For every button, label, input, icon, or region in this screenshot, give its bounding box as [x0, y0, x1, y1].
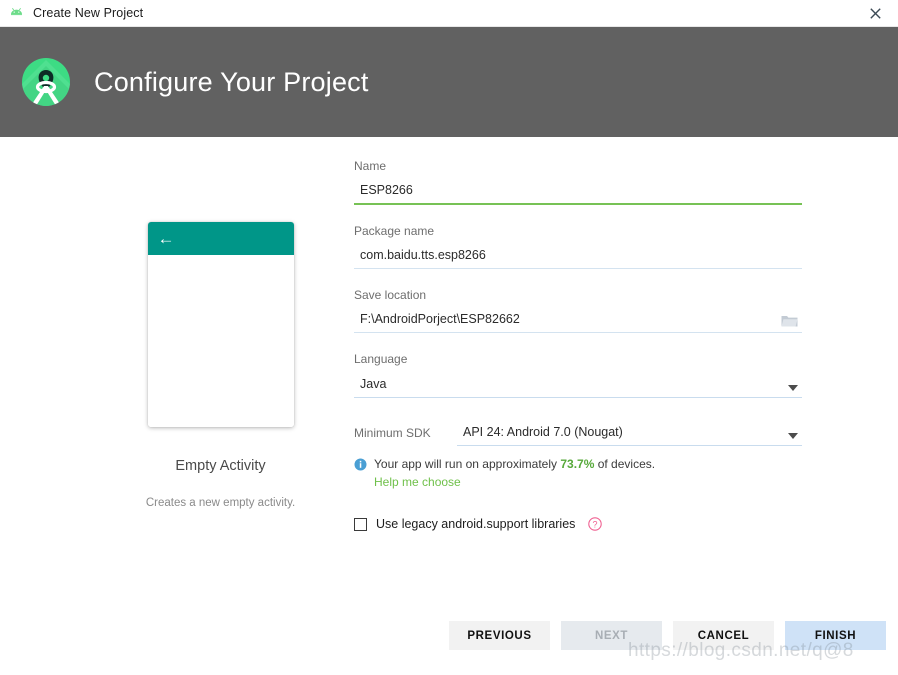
dialog-header: Configure Your Project: [0, 27, 898, 137]
svg-text:?: ?: [593, 519, 598, 529]
field-save-location: Save location: [354, 288, 802, 333]
minimum-sdk-label: Minimum SDK: [354, 426, 431, 440]
sdk-info-text-before: Your app will run on approximately: [374, 457, 557, 471]
field-language: Language Java: [354, 352, 802, 398]
language-select[interactable]: Java: [354, 374, 802, 398]
sdk-coverage-percent: 73.7%: [560, 457, 595, 471]
template-description: Creates a new empty activity.: [145, 497, 296, 509]
package-name-input[interactable]: [354, 246, 802, 269]
phone-appbar: ←: [147, 222, 294, 255]
close-icon[interactable]: [852, 0, 898, 27]
android-robot-icon: [8, 5, 25, 22]
question-mark-icon[interactable]: ?: [588, 517, 603, 531]
save-location-input[interactable]: [354, 310, 802, 333]
create-new-project-dialog: Create New Project Configure Your Projec…: [0, 0, 898, 675]
folder-icon[interactable]: [781, 314, 798, 328]
package-name-label: Package name: [354, 224, 435, 238]
android-studio-logo: [20, 56, 72, 108]
finish-button[interactable]: FINISH: [785, 621, 886, 650]
name-input[interactable]: [354, 181, 802, 205]
template-name: Empty Activity: [175, 458, 266, 474]
cancel-button[interactable]: CANCEL: [673, 621, 774, 650]
name-label: Name: [354, 159, 387, 173]
phone-content-area: [147, 255, 294, 427]
field-minimum-sdk: Minimum SDK API 24: Android 7.0 (Nougat): [354, 422, 802, 446]
sdk-info-text-after: of devices.: [597, 457, 656, 471]
language-selected-value[interactable]: Java: [354, 374, 802, 398]
back-arrow-icon: ←: [157, 229, 175, 248]
page-title: Configure Your Project: [94, 66, 369, 97]
dialog-footer: PREVIOUS NEXT CANCEL FINISH: [0, 613, 898, 675]
previous-button[interactable]: PREVIOUS: [449, 621, 550, 650]
field-package-name: Package name: [354, 224, 802, 269]
legacy-libraries-checkbox[interactable]: [354, 517, 367, 531]
help-me-choose-link[interactable]: Help me choose: [374, 475, 461, 489]
info-icon: [354, 458, 367, 471]
minimum-sdk-selected-value[interactable]: API 24: Android 7.0 (Nougat): [457, 422, 802, 446]
save-location-label: Save location: [354, 288, 427, 302]
field-name: Name: [354, 159, 802, 205]
window-title: Create New Project: [33, 6, 144, 20]
next-button: NEXT: [561, 621, 662, 650]
window-titlebar: Create New Project: [0, 0, 898, 27]
minimum-sdk-select[interactable]: API 24: Android 7.0 (Nougat): [457, 422, 802, 446]
template-preview: ← Empty Activity Creates a new empty act…: [118, 222, 323, 509]
project-config-form: Name Package name Save location: [354, 159, 802, 531]
sdk-coverage-info: Your app will run on approximately 73.7%…: [354, 457, 802, 471]
dialog-body: ← Empty Activity Creates a new empty act…: [0, 137, 898, 675]
footer-button-group: PREVIOUS NEXT CANCEL FINISH: [449, 621, 886, 650]
legacy-libraries-label: Use legacy android.support libraries: [376, 517, 576, 531]
legacy-libraries-row: Use legacy android.support libraries ?: [354, 517, 802, 531]
phone-mockup: ←: [147, 222, 294, 427]
language-label: Language: [354, 352, 408, 366]
